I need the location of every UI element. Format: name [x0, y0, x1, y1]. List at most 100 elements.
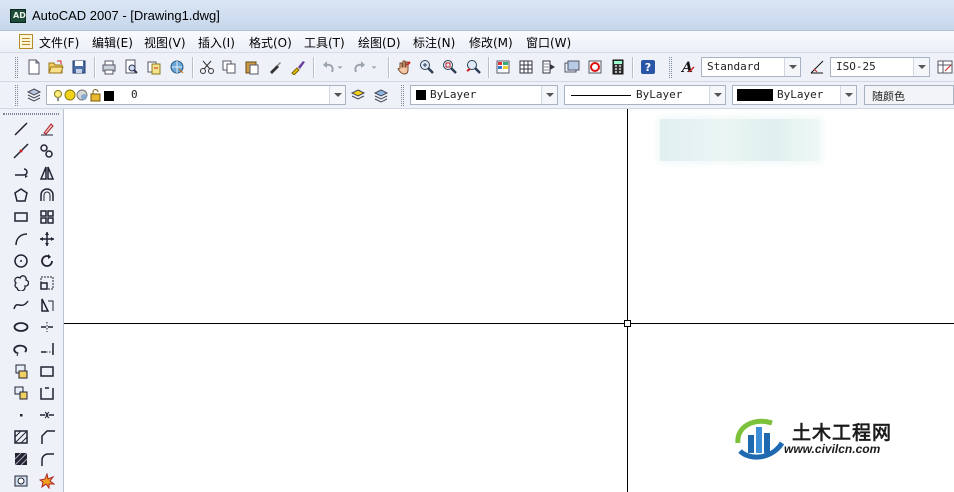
- arc-icon[interactable]: [11, 229, 31, 249]
- ellipse-icon[interactable]: [11, 317, 31, 337]
- array-icon[interactable]: [37, 207, 57, 227]
- break-at-point-icon[interactable]: [37, 361, 57, 381]
- document-icon[interactable]: [19, 34, 33, 49]
- erase-icon[interactable]: [37, 119, 57, 139]
- rectangle-icon[interactable]: [11, 207, 31, 227]
- dim-style-icon[interactable]: [807, 57, 827, 77]
- copy-object-icon[interactable]: [37, 141, 57, 161]
- text-style-icon[interactable]: A: [678, 57, 698, 77]
- layer-name: 0: [131, 88, 138, 101]
- circle-icon[interactable]: [11, 251, 31, 271]
- zoom-window-icon[interactable]: [440, 57, 460, 77]
- calculator-icon[interactable]: [608, 57, 628, 77]
- color-select[interactable]: ByLayer: [410, 85, 558, 105]
- layer-properties-icon[interactable]: [24, 85, 44, 105]
- move-icon[interactable]: [37, 229, 57, 249]
- ellipse-arc-icon[interactable]: [11, 339, 31, 359]
- break-icon[interactable]: [37, 383, 57, 403]
- insert-block-icon[interactable]: [11, 361, 31, 381]
- paste-icon[interactable]: [242, 57, 262, 77]
- properties-icon[interactable]: [493, 57, 513, 77]
- rotate-icon[interactable]: [37, 251, 57, 271]
- make-block-icon[interactable]: [11, 383, 31, 403]
- point-icon[interactable]: [11, 405, 31, 425]
- menu-edit[interactable]: 编辑(E): [92, 34, 133, 51]
- polyline-icon[interactable]: [11, 163, 31, 183]
- toolbar-grip[interactable]: [15, 85, 18, 106]
- chevron-down-icon[interactable]: [784, 58, 800, 76]
- menu-format[interactable]: 格式(O): [249, 34, 292, 51]
- redo-icon[interactable]: [350, 57, 370, 77]
- toolbar-grip[interactable]: [15, 57, 18, 78]
- sheet-set-icon[interactable]: [562, 57, 582, 77]
- menu-modify[interactable]: 修改(M): [469, 34, 513, 51]
- cut-icon[interactable]: [197, 57, 217, 77]
- help-icon[interactable]: ?: [638, 57, 658, 77]
- menu-file[interactable]: 文件(F): [39, 34, 79, 51]
- toolbar-separator: [192, 57, 193, 78]
- menu-window[interactable]: 窗口(W): [526, 34, 571, 51]
- table-style-icon[interactable]: [935, 57, 954, 77]
- zoom-previous-icon[interactable]: [463, 57, 483, 77]
- new-icon[interactable]: [24, 57, 44, 77]
- toolbar-grip[interactable]: [3, 113, 59, 115]
- join-icon[interactable]: [37, 405, 57, 425]
- pan-icon[interactable]: [394, 57, 414, 77]
- hatch-icon[interactable]: [11, 427, 31, 447]
- dim-style-select[interactable]: ISO-25: [830, 57, 930, 77]
- spline-icon[interactable]: [11, 295, 31, 315]
- menu-dimension[interactable]: 标注(N): [413, 34, 455, 51]
- gradient-icon[interactable]: [11, 449, 31, 469]
- plot-preview-icon[interactable]: [121, 57, 141, 77]
- tool-palettes-icon[interactable]: [539, 57, 559, 77]
- toolbar-separator: [94, 57, 95, 78]
- chevron-down-icon[interactable]: [541, 86, 557, 104]
- menu-view[interactable]: 视图(V): [144, 34, 186, 51]
- save-icon[interactable]: [69, 57, 89, 77]
- text-style-select[interactable]: Standard: [701, 57, 801, 77]
- 3d-dwf-icon[interactable]: [167, 57, 187, 77]
- line-icon[interactable]: [11, 119, 31, 139]
- zoom-realtime-icon[interactable]: [417, 57, 437, 77]
- revision-cloud-icon[interactable]: [11, 273, 31, 293]
- chevron-down-icon[interactable]: [329, 86, 345, 104]
- chamfer-icon[interactable]: [37, 427, 57, 447]
- design-center-icon[interactable]: [516, 57, 536, 77]
- fillet-icon[interactable]: [37, 449, 57, 469]
- menu-tools[interactable]: 工具(T): [304, 34, 345, 51]
- explode-icon[interactable]: [37, 471, 57, 491]
- brush-icon[interactable]: [288, 57, 308, 77]
- copy-icon[interactable]: [219, 57, 239, 77]
- layer-previous-icon[interactable]: [371, 85, 391, 105]
- lineweight-select[interactable]: ByLayer: [732, 85, 857, 105]
- scale-icon[interactable]: [37, 273, 57, 293]
- polygon-icon[interactable]: [11, 185, 31, 205]
- menu-draw[interactable]: 绘图(D): [358, 34, 401, 51]
- toolbar-grip[interactable]: [669, 57, 672, 78]
- undo-dropdown-icon[interactable]: [335, 57, 345, 77]
- menu-insert[interactable]: 插入(I): [198, 34, 235, 51]
- trim-icon[interactable]: [37, 317, 57, 337]
- toolbar-grip[interactable]: [401, 85, 404, 106]
- stretch-icon[interactable]: [37, 295, 57, 315]
- matchprop-icon[interactable]: [265, 57, 285, 77]
- chevron-down-icon[interactable]: [709, 86, 725, 104]
- linetype-select[interactable]: ByLayer: [564, 85, 726, 105]
- chevron-down-icon[interactable]: [840, 86, 856, 104]
- title-bar: AD AutoCAD 2007 - [Drawing1.dwg]: [0, 0, 954, 31]
- plot-icon[interactable]: [99, 57, 119, 77]
- publish-icon[interactable]: [144, 57, 164, 77]
- markup-icon[interactable]: [585, 57, 605, 77]
- drawing-area[interactable]: 土木工程网 www.civilcn.com: [64, 109, 954, 492]
- chevron-down-icon[interactable]: [913, 58, 929, 76]
- open-icon[interactable]: [46, 57, 66, 77]
- layer-select[interactable]: 0: [46, 85, 346, 105]
- extend-icon[interactable]: [37, 339, 57, 359]
- autocad-logo-icon[interactable]: AD: [10, 9, 26, 23]
- make-layer-current-icon[interactable]: [348, 85, 368, 105]
- mirror-icon[interactable]: [37, 163, 57, 183]
- offset-icon[interactable]: [37, 185, 57, 205]
- construction-line-icon[interactable]: [11, 141, 31, 161]
- redo-dropdown-icon[interactable]: [369, 57, 379, 77]
- region-icon[interactable]: [11, 471, 31, 491]
